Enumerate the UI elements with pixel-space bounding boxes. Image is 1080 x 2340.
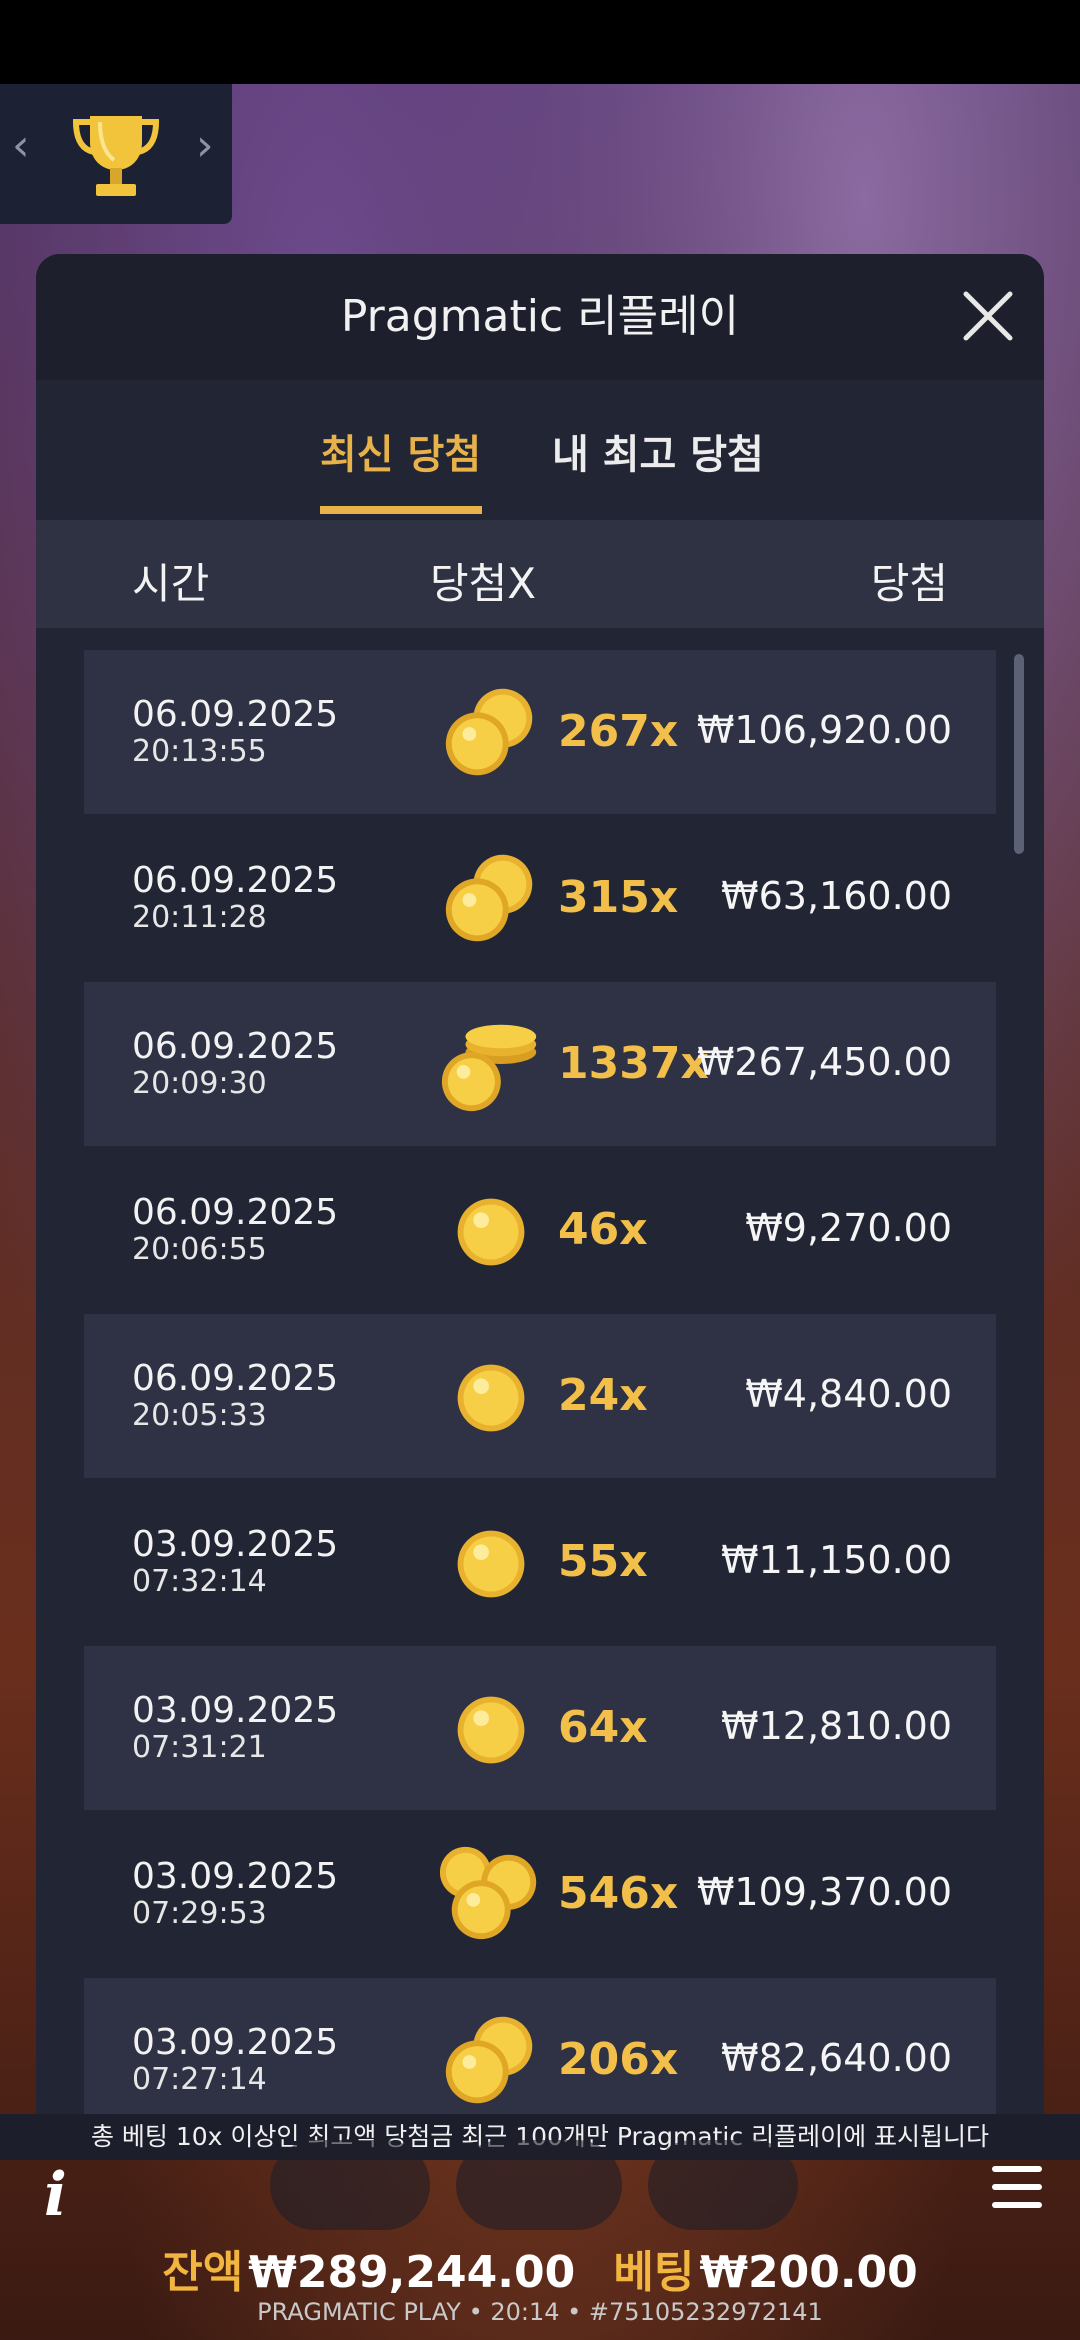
- row-time: 20:05:33: [132, 1398, 267, 1433]
- coin-pair-icon: [445, 854, 533, 942]
- trophy-widget[interactable]: ‹ ›: [0, 84, 232, 224]
- row-multiplier: 24x: [558, 1370, 648, 1421]
- column-header-multiplier: 당첨X: [430, 559, 537, 608]
- row-win-amount: ₩12,810.00: [721, 1704, 952, 1748]
- row-time: 20:11:28: [132, 900, 267, 935]
- trophy-icon: [72, 116, 160, 196]
- active-tab-indicator: [320, 506, 482, 514]
- row-date: 06.09.2025: [132, 694, 339, 735]
- row-date: 03.09.2025: [132, 1690, 339, 1731]
- coin-pair-icon: [445, 2016, 533, 2104]
- table-header: 시간 당첨X 당첨: [36, 520, 1044, 628]
- row-multiplier: 64x: [558, 1702, 648, 1753]
- coin-single-icon: [457, 1696, 525, 1764]
- row-time: 07:32:14: [132, 1564, 267, 1599]
- coin-stack-icon: [441, 1024, 537, 1112]
- modal-title: Pragmatic 리플레이: [340, 291, 740, 342]
- menu-icon[interactable]: [992, 2166, 1042, 2210]
- table-row[interactable]: 06.09.2025 20:05:33 24x ₩4,840.00: [84, 1314, 996, 1478]
- row-time: 07:29:53: [132, 1896, 267, 1931]
- bet-stack-button[interactable]: [648, 2140, 798, 2230]
- row-time: 07:31:21: [132, 1730, 267, 1765]
- row-multiplier: 546x: [558, 1868, 679, 1919]
- row-date: 03.09.2025: [132, 1524, 339, 1565]
- row-win-amount: ₩82,640.00: [721, 2036, 952, 2080]
- coin-triple-icon: [439, 1846, 537, 1940]
- row-multiplier: 55x: [558, 1536, 648, 1587]
- row-date: 06.09.2025: [132, 1358, 339, 1399]
- game-controls: i: [0, 2140, 1080, 2240]
- provider-line: PRAGMATIC PLAY • 20:14 • #75105232972141: [257, 2298, 823, 2326]
- row-time: 07:27:14: [132, 2062, 267, 2097]
- row-date: 06.09.2025: [132, 1026, 339, 1067]
- row-date: 06.09.2025: [132, 860, 339, 901]
- row-win-amount: ₩109,370.00: [696, 1870, 952, 1914]
- row-win-amount: ₩4,840.00: [745, 1372, 952, 1416]
- balance-bar: 잔액 ₩289,244.00 베팅 ₩200.00: [0, 2236, 1080, 2298]
- balance-label: 잔액: [162, 2247, 244, 2298]
- table-row[interactable]: 03.09.2025 07:29:53 546x ₩109,370.00: [84, 1812, 996, 1976]
- row-date: 06.09.2025: [132, 1192, 339, 1233]
- bet-label: 베팅: [613, 2247, 695, 2298]
- table-row[interactable]: 06.09.2025 20:11:28 315x ₩63,160.00: [84, 816, 996, 980]
- chevron-left-icon[interactable]: ‹: [12, 120, 30, 171]
- row-time: 20:06:55: [132, 1232, 267, 1267]
- table-row[interactable]: 03.09.2025 07:27:14 206x ₩82,640.00: [84, 1978, 996, 2134]
- row-multiplier: 267x: [558, 706, 679, 757]
- coin-single-icon: [457, 1530, 525, 1598]
- row-win-amount: ₩106,920.00: [696, 708, 952, 752]
- column-header-win: 당첨: [870, 559, 948, 608]
- info-icon[interactable]: i: [44, 2160, 67, 2230]
- row-date: 03.09.2025: [132, 2022, 339, 2063]
- modal-header: Pragmatic 리플레이: [36, 254, 1044, 380]
- row-win-amount: ₩11,150.00: [721, 1538, 952, 1582]
- table-row[interactable]: 06.09.2025 20:13:55 267x ₩106,920.00: [84, 650, 996, 814]
- coin-pair-icon: [445, 688, 533, 776]
- autoplay-button[interactable]: [270, 2140, 430, 2230]
- bet-value[interactable]: ₩200.00: [699, 2247, 917, 2298]
- row-time: 20:09:30: [132, 1066, 267, 1101]
- table-row[interactable]: 03.09.2025 07:32:14 55x ₩11,150.00: [84, 1480, 996, 1644]
- row-win-amount: ₩267,450.00: [696, 1040, 952, 1084]
- win-list: 06.09.2025 20:13:55 267x ₩106,920.00 06.09.2…: [84, 650, 996, 2134]
- tab-my-best-wins[interactable]: 내 최고 당첨: [552, 422, 764, 480]
- row-win-amount: ₩63,160.00: [721, 874, 952, 918]
- close-icon[interactable]: [956, 284, 1020, 348]
- chevron-right-icon[interactable]: ›: [196, 120, 214, 171]
- table-row[interactable]: 06.09.2025 20:06:55 46x ₩9,270.00: [84, 1148, 996, 1312]
- row-multiplier: 206x: [558, 2034, 679, 2085]
- row-multiplier: 315x: [558, 872, 679, 923]
- scrollbar[interactable]: [1014, 654, 1024, 854]
- row-win-amount: ₩9,270.00: [745, 1206, 952, 1250]
- tab-bar: 최신 당첨 내 최고 당첨: [36, 380, 1044, 520]
- table-row[interactable]: 06.09.2025 20:09:30 1337x ₩267,450.00: [84, 982, 996, 1146]
- tab-latest-wins[interactable]: 최신 당첨: [320, 422, 481, 480]
- column-header-time: 시간: [132, 559, 210, 608]
- table-row[interactable]: 03.09.2025 07:31:21 64x ₩12,810.00: [84, 1646, 996, 1810]
- row-date: 03.09.2025: [132, 1856, 339, 1897]
- row-time: 20:13:55: [132, 734, 267, 769]
- balance-value: ₩289,244.00: [248, 2247, 576, 2298]
- row-multiplier: 1337x: [558, 1038, 709, 1089]
- row-multiplier: 46x: [558, 1204, 648, 1255]
- status-bar: [0, 0, 1080, 84]
- coin-single-icon: [457, 1364, 525, 1432]
- spin-button[interactable]: [456, 2140, 622, 2230]
- coin-single-icon: [457, 1198, 525, 1266]
